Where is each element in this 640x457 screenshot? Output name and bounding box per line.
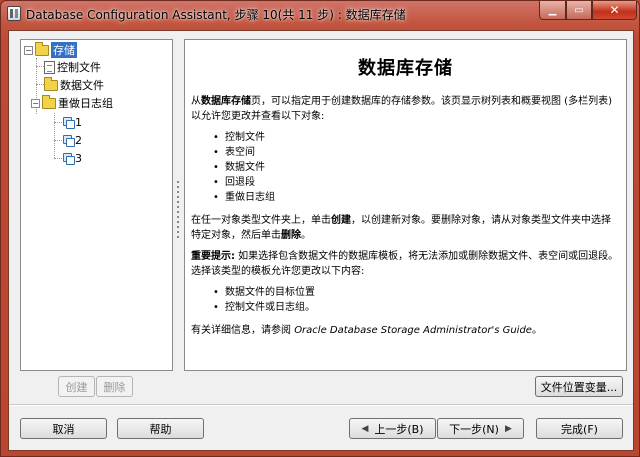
tree-node-control-files[interactable]: 控制文件	[44, 59, 101, 75]
next-label: 下一步(N)	[449, 422, 499, 436]
redo-log-icon	[63, 134, 75, 147]
create-button[interactable]: 创建	[58, 376, 95, 397]
tree-node-storage[interactable]: − 存储	[24, 41, 77, 58]
help-content-panel: 数据库存储 从数据库存储页，可以指定用于创建数据库的存储参数。该页显示树列表和概…	[184, 39, 627, 371]
delete-button[interactable]: 删除	[96, 376, 133, 397]
back-label: 上一步(B)	[374, 422, 424, 436]
dialog-client-area: − 存储 控制文件 数据文件 − 重做日志组 1 2 3 数据库存储 从数据库存…	[8, 30, 634, 451]
intro-suffix: 页，可以指定用于创建数据库的存储参数。该页显示树列表和概要视图 (多栏列表) 以…	[191, 96, 612, 122]
tree-connector	[54, 140, 62, 141]
object-list: 控制文件 表空间 数据文件 回退段 重做日志组	[213, 130, 620, 205]
divider	[9, 404, 633, 406]
list-item: 数据文件的目标位置	[213, 285, 620, 300]
tree-node-redo-group[interactable]: 3	[63, 150, 82, 166]
list-item: 重做日志组	[213, 190, 620, 205]
more-info-paragraph: 有关详细信息，请参阅 Oracle Database Storage Admin…	[191, 323, 620, 338]
chevron-left-icon: ◀	[361, 423, 369, 434]
tree-node-label: 重做日志组	[58, 97, 113, 110]
close-button[interactable]: ✕	[592, 1, 637, 20]
tree-node-label: 3	[75, 151, 82, 165]
changes-list: 数据文件的目标位置 控制文件或日志组。	[213, 285, 620, 315]
window-title: Database Configuration Assistant, 步骤 10(…	[26, 8, 406, 22]
important-label: 重要提示:	[191, 251, 235, 262]
list-item: 控制文件	[213, 130, 620, 145]
folder-icon	[42, 94, 56, 109]
tree-node-label: 2	[75, 133, 82, 147]
window-controls: ▁ ▭ ✕	[539, 1, 637, 21]
redo-log-icon	[63, 116, 75, 129]
application-window: Database Configuration Assistant, 步骤 10(…	[0, 0, 640, 457]
tree-connector	[54, 122, 62, 123]
tree-node-redo-log-groups[interactable]: − 重做日志组	[31, 94, 113, 111]
chevron-right-icon: ▶	[504, 423, 512, 434]
maximize-button[interactable]: ▭	[566, 1, 592, 20]
bold-span: 删除	[281, 230, 301, 241]
folder-icon	[44, 76, 58, 91]
tree-node-label: 数据文件	[60, 79, 104, 92]
list-item: 回退段	[213, 175, 620, 190]
splitter-grip[interactable]	[177, 181, 180, 241]
collapse-toggle-icon[interactable]: −	[24, 45, 33, 55]
finish-button[interactable]: 完成(F)	[536, 418, 623, 439]
control-file-icon	[44, 60, 55, 74]
list-item: 控制文件或日志组。	[213, 300, 620, 315]
important-text: 如果选择包含数据文件的数据库模板，将无法添加或删除数据文件、表空间或回退段。选择…	[191, 251, 619, 277]
bold-span: 创建	[331, 215, 351, 226]
text-span: 在任一对象类型文件夹上，单击	[191, 215, 331, 226]
tree-connector	[36, 66, 44, 67]
text-span: 。	[301, 230, 311, 241]
intro-bold: 数据库存储	[201, 96, 251, 107]
folder-icon	[35, 41, 49, 56]
redo-log-icon	[63, 152, 75, 165]
list-item: 表空间	[213, 145, 620, 160]
tree-node-redo-group[interactable]: 1	[63, 114, 82, 130]
tree-node-data-files[interactable]: 数据文件	[44, 76, 104, 93]
tree-node-label: 存储	[51, 42, 77, 58]
title-bar[interactable]: Database Configuration Assistant, 步骤 10(…	[1, 1, 640, 27]
guide-reference: Oracle Database Storage Administrator's …	[294, 325, 532, 336]
file-location-variables-button[interactable]: 文件位置变量...	[535, 376, 623, 397]
help-button[interactable]: 帮助	[117, 418, 204, 439]
next-button[interactable]: 下一步(N) ▶	[437, 418, 524, 439]
important-note: 重要提示: 如果选择包含数据文件的数据库模板，将无法添加或删除数据文件、表空间或…	[191, 249, 620, 279]
back-button[interactable]: ◀ 上一步(B)	[349, 418, 436, 439]
page-title: 数据库存储	[358, 58, 453, 79]
collapse-toggle-icon[interactable]: −	[31, 98, 40, 108]
storage-tree[interactable]: − 存储 控制文件 数据文件 − 重做日志组 1 2 3	[20, 39, 173, 371]
tree-node-label: 控制文件	[57, 61, 101, 74]
app-icon	[7, 6, 21, 21]
tree-connector	[36, 84, 44, 85]
tree-node-redo-group[interactable]: 2	[63, 132, 82, 148]
minimize-button[interactable]: ▁	[539, 1, 566, 20]
intro-prefix: 从	[191, 96, 201, 107]
cancel-button[interactable]: 取消	[20, 418, 107, 439]
text-span: 有关详细信息，请参阅	[191, 325, 295, 336]
text-span: 。	[531, 325, 542, 336]
create-delete-paragraph: 在任一对象类型文件夹上，单击创建，以创建新对象。要删除对象，请从对象类型文件夹中…	[191, 213, 620, 243]
tree-node-label: 1	[75, 115, 82, 129]
list-item: 数据文件	[213, 160, 620, 175]
tree-connector	[54, 158, 62, 159]
intro-paragraph: 从数据库存储页，可以指定用于创建数据库的存储参数。该页显示树列表和概要视图 (多…	[191, 94, 620, 124]
tree-connector	[54, 113, 55, 158]
